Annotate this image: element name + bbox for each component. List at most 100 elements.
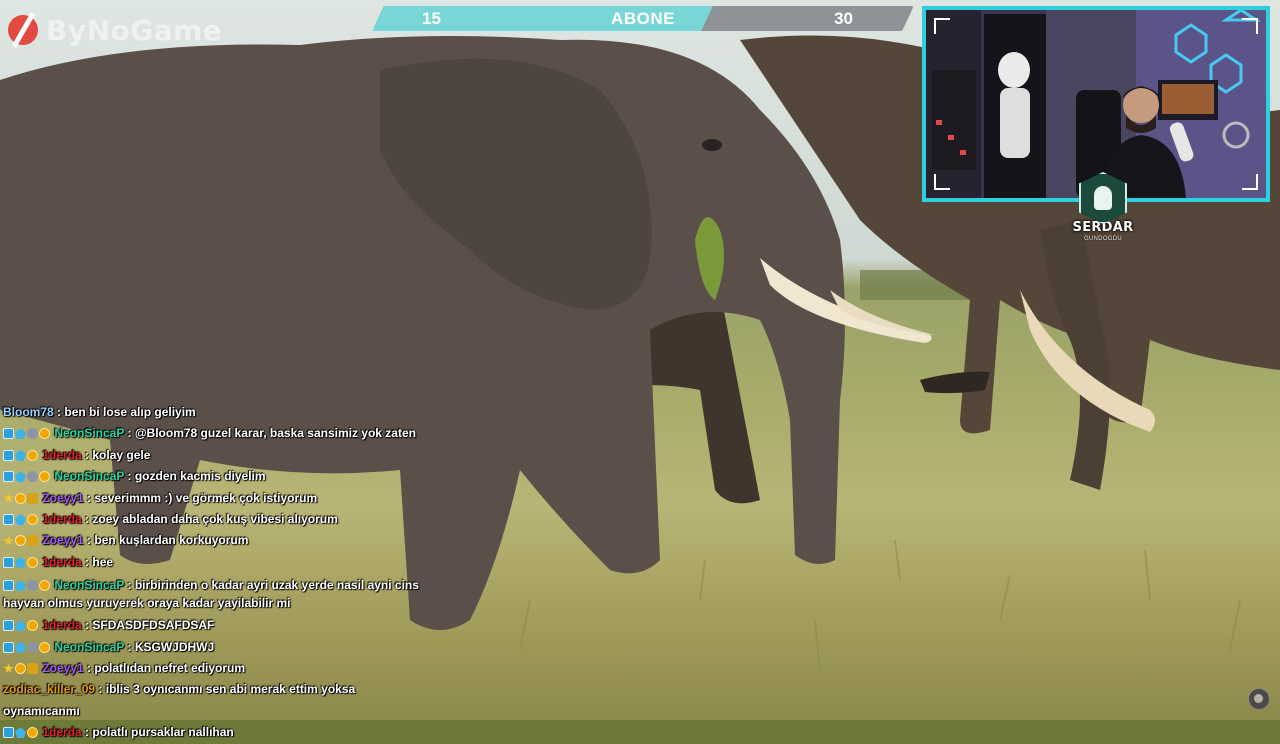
gift-badge-icon xyxy=(27,428,38,440)
chat-username[interactable]: Zoeyy1 xyxy=(42,491,83,505)
frame-corner xyxy=(1242,18,1258,34)
chat-message-text: ben kuşlardan korkuyorum xyxy=(94,533,249,548)
star-badge-icon xyxy=(3,663,14,674)
chat-separator: : xyxy=(83,490,95,505)
chat-separator: : xyxy=(81,618,93,633)
moderator-badge-icon xyxy=(3,580,14,592)
chat-separator: : xyxy=(81,725,93,740)
chat-message: 1derda : polatlı pursaklar nallıhan xyxy=(3,722,433,743)
vip-badge-icon xyxy=(39,580,50,592)
watermark-text: ByNoGame xyxy=(46,13,223,47)
vip-badge-icon xyxy=(27,556,38,568)
vip-badge-icon xyxy=(39,641,50,653)
chat-separator: : xyxy=(83,661,95,676)
subscriber-badge-icon xyxy=(15,620,26,632)
chat-separator: : xyxy=(124,469,135,484)
subscriber-badge-icon xyxy=(15,428,26,440)
chat-message-text: polatlı pursaklar nallıhan xyxy=(92,725,234,740)
gift-badge-icon xyxy=(27,580,38,592)
subscriber-goal-bar: 15 ABONE 30 xyxy=(372,6,914,31)
vip-badge-icon xyxy=(39,471,50,483)
chat-separator: : xyxy=(81,447,93,462)
chat-message: 1derda : hee xyxy=(3,552,433,573)
chat-username[interactable]: Zoeyy1 xyxy=(42,533,83,547)
chat-message-text: hee xyxy=(92,554,114,569)
vip-badge-icon xyxy=(15,535,26,547)
goal-target-value: 30 xyxy=(834,9,853,28)
chat-username[interactable]: NeonSincaP xyxy=(54,578,124,592)
moderator-badge-icon xyxy=(3,641,14,653)
chat-overlay: Bloom78 : ben bi lose alıp geliyim NeonS… xyxy=(3,402,433,744)
chat-message: NeonSincaP : gozden kacmis diyelim xyxy=(3,466,433,487)
vip-badge-icon xyxy=(27,449,38,461)
chat-username[interactable]: NeonSincaP xyxy=(54,640,124,654)
moderator-badge-icon xyxy=(3,449,14,461)
bits-badge-icon xyxy=(27,663,38,675)
frame-corner xyxy=(1242,174,1258,190)
bits-badge-icon xyxy=(27,492,38,504)
chat-message-text: ben bi lose alıp geliyim xyxy=(64,405,196,419)
moderator-badge-icon xyxy=(3,556,14,568)
subscriber-badge-icon xyxy=(15,514,26,526)
chat-separator: : xyxy=(124,426,135,441)
chat-message-text: polatlıdan nefret ediyorum xyxy=(94,661,246,676)
chat-message: NeonSincaP : birbirinden o kadar ayri uz… xyxy=(3,573,433,615)
subscriber-badge-icon xyxy=(15,556,26,568)
chat-separator: : xyxy=(81,554,93,569)
subscriber-badge-icon xyxy=(15,580,26,592)
chat-username[interactable]: 1derda xyxy=(42,448,81,462)
frame-corner xyxy=(934,174,950,190)
overlay-corner-icon xyxy=(1248,688,1270,710)
subscriber-badge-icon xyxy=(15,641,26,653)
chat-username[interactable]: NeonSincaP xyxy=(54,469,124,483)
chat-message: 1derda : SFDASDFDSAFDSAF xyxy=(3,615,433,636)
moderator-badge-icon xyxy=(3,620,14,632)
chat-username[interactable]: Bloom78 xyxy=(3,405,54,419)
chat-separator: : xyxy=(124,639,135,654)
chat-message: 1derda : kolay gele xyxy=(3,445,433,466)
subscriber-badge-icon xyxy=(15,449,26,461)
streamer-badge: SERDAR GUNDOGDU xyxy=(1070,172,1136,242)
vip-badge-icon xyxy=(27,727,38,739)
chat-message: 1derda : zoey abladan daha çok kuş vibes… xyxy=(3,509,433,530)
astronaut-emblem-icon xyxy=(1079,172,1127,224)
subscriber-badge-icon xyxy=(15,471,26,483)
chat-username[interactable]: 1derda xyxy=(42,512,81,526)
chat-message: NeonSincaP : KSGWJDHWJ xyxy=(3,637,433,658)
chat-message-text: kolay gele xyxy=(92,447,151,462)
chat-username[interactable]: zodiac_killer_09 xyxy=(3,682,95,696)
chat-separator: : xyxy=(81,512,93,527)
chat-username[interactable]: NeonSincaP xyxy=(54,426,124,440)
chat-separator: : xyxy=(83,533,95,548)
chat-username[interactable]: 1derda xyxy=(42,555,81,569)
vip-badge-icon xyxy=(15,663,26,675)
vip-badge-icon xyxy=(39,428,50,440)
star-badge-icon xyxy=(3,492,14,503)
vip-badge-icon xyxy=(15,492,26,504)
chat-message: Zoeyy1 : ben kuşlardan korkuyorum xyxy=(3,530,433,551)
webcam-feed xyxy=(926,10,1266,198)
moderator-badge-icon xyxy=(3,428,14,440)
chat-separator: : xyxy=(95,682,106,697)
chat-message-text: zoey abladan daha çok kuş vibesi alıyoru… xyxy=(92,512,338,527)
chat-username[interactable]: Zoeyy1 xyxy=(42,661,83,675)
vip-badge-icon xyxy=(27,620,38,632)
chat-message-text: gozden kacmis diyelim xyxy=(134,469,266,484)
moderator-badge-icon xyxy=(3,471,14,483)
vip-badge-icon xyxy=(27,514,38,526)
chat-message: NeonSincaP : @Bloom78 guzel karar, baska… xyxy=(3,423,433,444)
chat-message-text: @Bloom78 guzel karar, baska sansimiz yok… xyxy=(134,426,416,441)
subscriber-badge-icon xyxy=(15,727,26,739)
bits-badge-icon xyxy=(27,535,38,547)
chat-message-text: KSGWJDHWJ xyxy=(134,639,215,654)
moderator-badge-icon xyxy=(3,727,14,739)
chat-username[interactable]: 1derda xyxy=(42,618,81,632)
frame-corner xyxy=(934,18,950,34)
gift-badge-icon xyxy=(27,641,38,653)
streamer-subtitle: GUNDOGDU xyxy=(1083,236,1123,242)
moderator-badge-icon xyxy=(3,514,14,526)
chat-message: Zoeyy1 : severimmm :) ve görmek çok isti… xyxy=(3,488,433,509)
chat-message: Bloom78 : ben bi lose alıp geliyim xyxy=(3,402,433,423)
chat-username[interactable]: 1derda xyxy=(42,725,81,739)
chat-message-text: SFDASDFDSAFDSAF xyxy=(92,618,215,633)
